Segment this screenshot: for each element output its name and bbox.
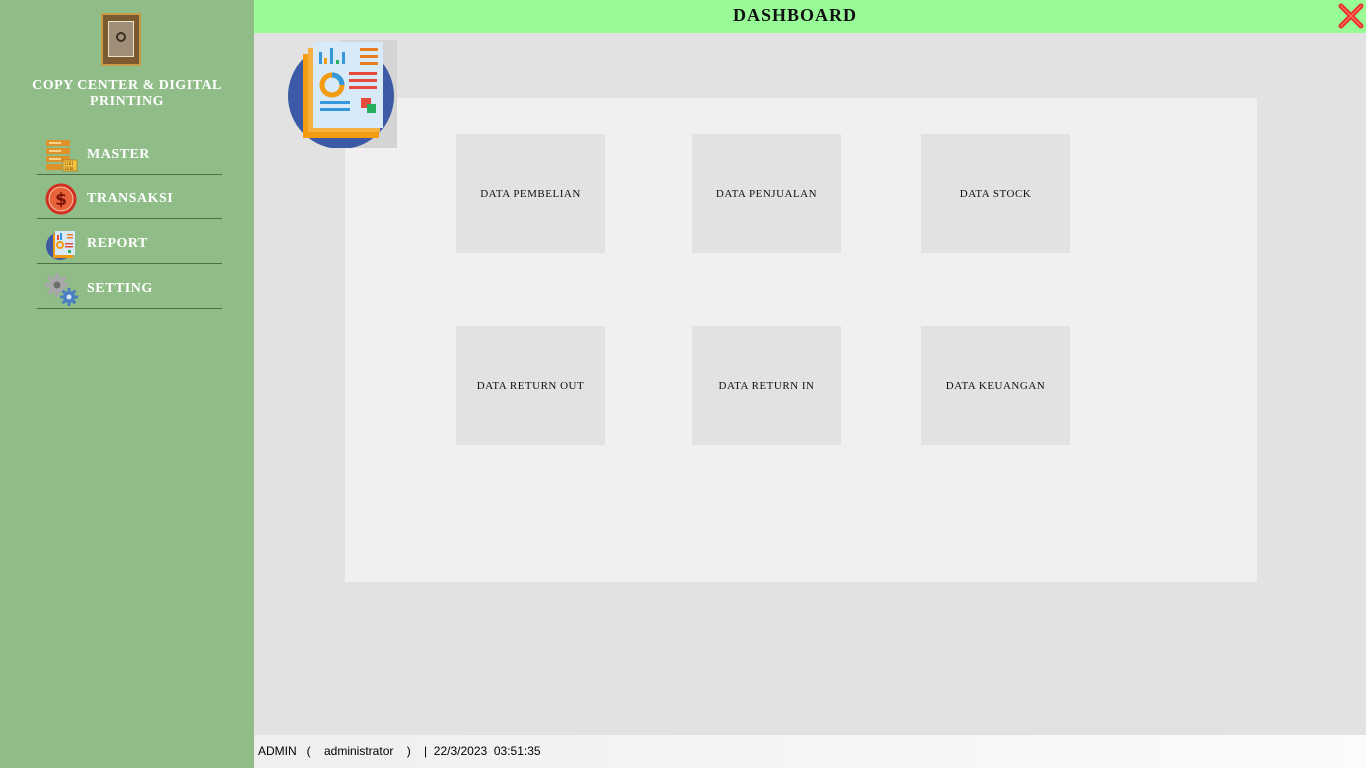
- sidebar-item-setting[interactable]: SETTING: [37, 265, 222, 309]
- dashboard-panel: DATA PEMBELIAN DATA PENJUALAN DATA STOCK…: [345, 98, 1257, 582]
- company-logo: [101, 13, 141, 66]
- close-icon[interactable]: [1338, 3, 1364, 29]
- company-name: COPY CENTER & DIGITAL PRINTING: [32, 78, 222, 109]
- title-bar: DASHBOARD: [254, 0, 1366, 33]
- sidebar-item-master[interactable]: 1101 1010 MASTER: [37, 131, 222, 175]
- database-icon: 1101 1010: [46, 140, 78, 172]
- tile-label: DATA RETURN OUT: [476, 379, 585, 392]
- tile-label: DATA STOCK: [959, 187, 1032, 200]
- sidebar-item-label: REPORT: [87, 236, 148, 251]
- tile-label: DATA KEUANGAN: [945, 379, 1046, 392]
- status-bar: ADMIN ( administrator ) | 22/3/2023 03:5…: [254, 735, 1366, 768]
- tile-data-return-out[interactable]: DATA RETURN OUT: [456, 326, 605, 445]
- tile-data-pembelian[interactable]: DATA PEMBELIAN: [456, 134, 605, 253]
- sidebar-item-label: SETTING: [87, 281, 153, 296]
- sidebar-item-label: MASTER: [87, 147, 150, 162]
- tile-data-keuangan[interactable]: DATA KEUANGAN: [921, 326, 1070, 445]
- sidebar-item-report[interactable]: REPORT: [37, 220, 222, 264]
- sidebar: COPY CENTER & DIGITAL PRINTING 1101 1010…: [0, 0, 254, 768]
- tile-data-return-in[interactable]: DATA RETURN IN: [692, 326, 841, 445]
- gear-icon: [45, 273, 78, 306]
- tile-label: DATA RETURN IN: [718, 379, 815, 392]
- tile-data-stock[interactable]: DATA STOCK: [921, 134, 1070, 253]
- sidebar-item-label: TRANSAKSI: [87, 191, 174, 206]
- page-title: DASHBOARD: [732, 5, 857, 25]
- svg-text:$: $: [55, 190, 67, 210]
- dashboard-report-icon: [288, 40, 397, 148]
- tile-label: DATA PENJUALAN: [715, 187, 818, 200]
- tile-label: DATA PEMBELIAN: [480, 187, 581, 200]
- report-icon: [46, 231, 75, 260]
- tile-data-penjualan[interactable]: DATA PENJUALAN: [692, 134, 841, 253]
- sidebar-item-transaksi[interactable]: $ TRANSAKSI: [37, 175, 222, 219]
- svg-text:1010: 1010: [64, 166, 74, 171]
- status-text: ADMIN ( administrator ) | 22/3/2023 03:5…: [258, 744, 541, 758]
- dollar-icon: $: [45, 183, 77, 215]
